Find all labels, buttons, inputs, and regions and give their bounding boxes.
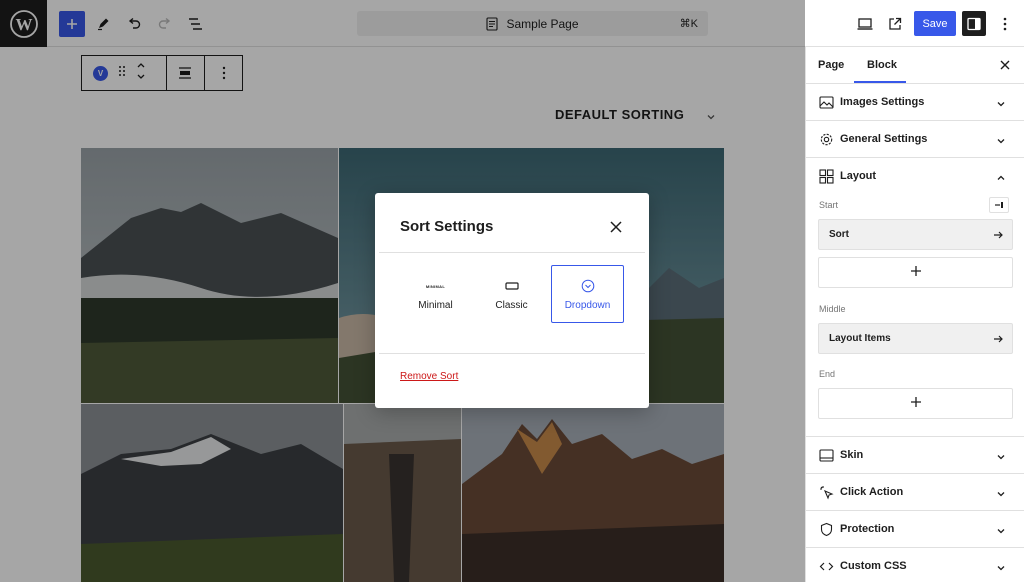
active-tab-indicator <box>854 81 906 83</box>
chevron-down-icon <box>996 133 1006 151</box>
option-label: Minimal <box>418 300 453 311</box>
shield-icon <box>818 521 834 537</box>
layout-grid-icon <box>818 168 834 184</box>
panel-layout[interactable]: Layout <box>806 158 1024 195</box>
modal-divider <box>379 353 645 354</box>
view-page-external-icon[interactable] <box>882 11 908 37</box>
item-label: Sort <box>829 229 849 240</box>
panel-click-action[interactable]: Click Action <box>806 474 1024 511</box>
chevron-down-icon <box>996 96 1006 114</box>
panel-label: Protection <box>840 523 895 535</box>
preview-desktop-icon[interactable] <box>852 11 878 37</box>
classic-rectangle-icon <box>504 277 519 295</box>
add-end-item-button[interactable] <box>818 388 1013 419</box>
arrow-right-icon <box>992 229 1004 244</box>
modal-title: Sort Settings <box>400 218 494 235</box>
layout-middle-label: Middle <box>819 304 846 314</box>
sidebar-tabs: Page Block <box>806 47 1024 84</box>
dropdown-chevron-circle-icon <box>581 277 595 295</box>
panel-label: Images Settings <box>840 96 925 108</box>
plus-icon <box>910 264 922 282</box>
arrow-right-icon <box>992 333 1004 348</box>
layout-item-layout-items[interactable]: Layout Items <box>818 323 1013 354</box>
gear-icon <box>818 131 834 147</box>
sort-option-minimal[interactable]: MINIMAL Minimal <box>399 265 472 323</box>
panel-label: Click Action <box>840 486 904 498</box>
chevron-up-icon <box>996 170 1006 188</box>
code-icon <box>818 558 834 574</box>
settings-sidebar-toggle-icon[interactable] <box>962 11 986 36</box>
option-label: Classic <box>495 300 528 311</box>
panel-label: Layout <box>840 170 877 182</box>
tab-block[interactable]: Block <box>867 59 897 71</box>
minimal-text-icon: MINIMAL <box>425 283 446 289</box>
layout-start-label: Start <box>819 200 839 210</box>
layout-end-label: End <box>819 369 836 379</box>
item-label: Layout Items <box>829 333 891 344</box>
tab-page[interactable]: Page <box>818 59 844 71</box>
sort-option-classic[interactable]: Classic <box>475 265 548 323</box>
chevron-down-icon <box>996 560 1006 578</box>
start-alignment-toggle-icon[interactable] <box>989 197 1009 213</box>
panel-label: General Settings <box>840 133 928 145</box>
add-start-item-button[interactable] <box>818 257 1013 288</box>
skin-icon <box>818 447 834 463</box>
sort-settings-modal: Sort Settings MINIMAL Minimal Classic Dr… <box>375 193 649 408</box>
panel-protection[interactable]: Protection <box>806 511 1024 548</box>
layout-item-sort[interactable]: Sort <box>818 219 1013 250</box>
save-button[interactable]: Save <box>914 11 956 36</box>
close-icon[interactable] <box>999 58 1011 76</box>
close-icon[interactable] <box>606 217 626 237</box>
panel-custom-css[interactable]: Custom CSS <box>806 548 1024 582</box>
panel-label: Custom CSS <box>840 560 907 572</box>
panel-label: Skin <box>840 449 864 461</box>
panel-general-settings[interactable]: General Settings <box>806 121 1024 158</box>
panel-skin[interactable]: Skin <box>806 437 1024 474</box>
panel-images-settings[interactable]: Images Settings <box>806 84 1024 121</box>
modal-divider <box>379 252 645 253</box>
images-icon <box>818 94 834 110</box>
option-label: Dropdown <box>564 300 611 311</box>
chevron-down-icon <box>996 486 1006 504</box>
chevron-down-icon <box>996 523 1006 541</box>
pointer-click-icon <box>818 484 834 500</box>
sort-option-dropdown[interactable]: Dropdown <box>551 265 624 323</box>
plus-icon <box>910 395 922 413</box>
remove-sort-link[interactable]: Remove Sort <box>400 371 458 382</box>
options-more-icon[interactable] <box>992 11 1018 37</box>
chevron-down-icon <box>996 449 1006 467</box>
settings-sidebar: Page Block Images Settings General Setti… <box>805 47 1024 582</box>
